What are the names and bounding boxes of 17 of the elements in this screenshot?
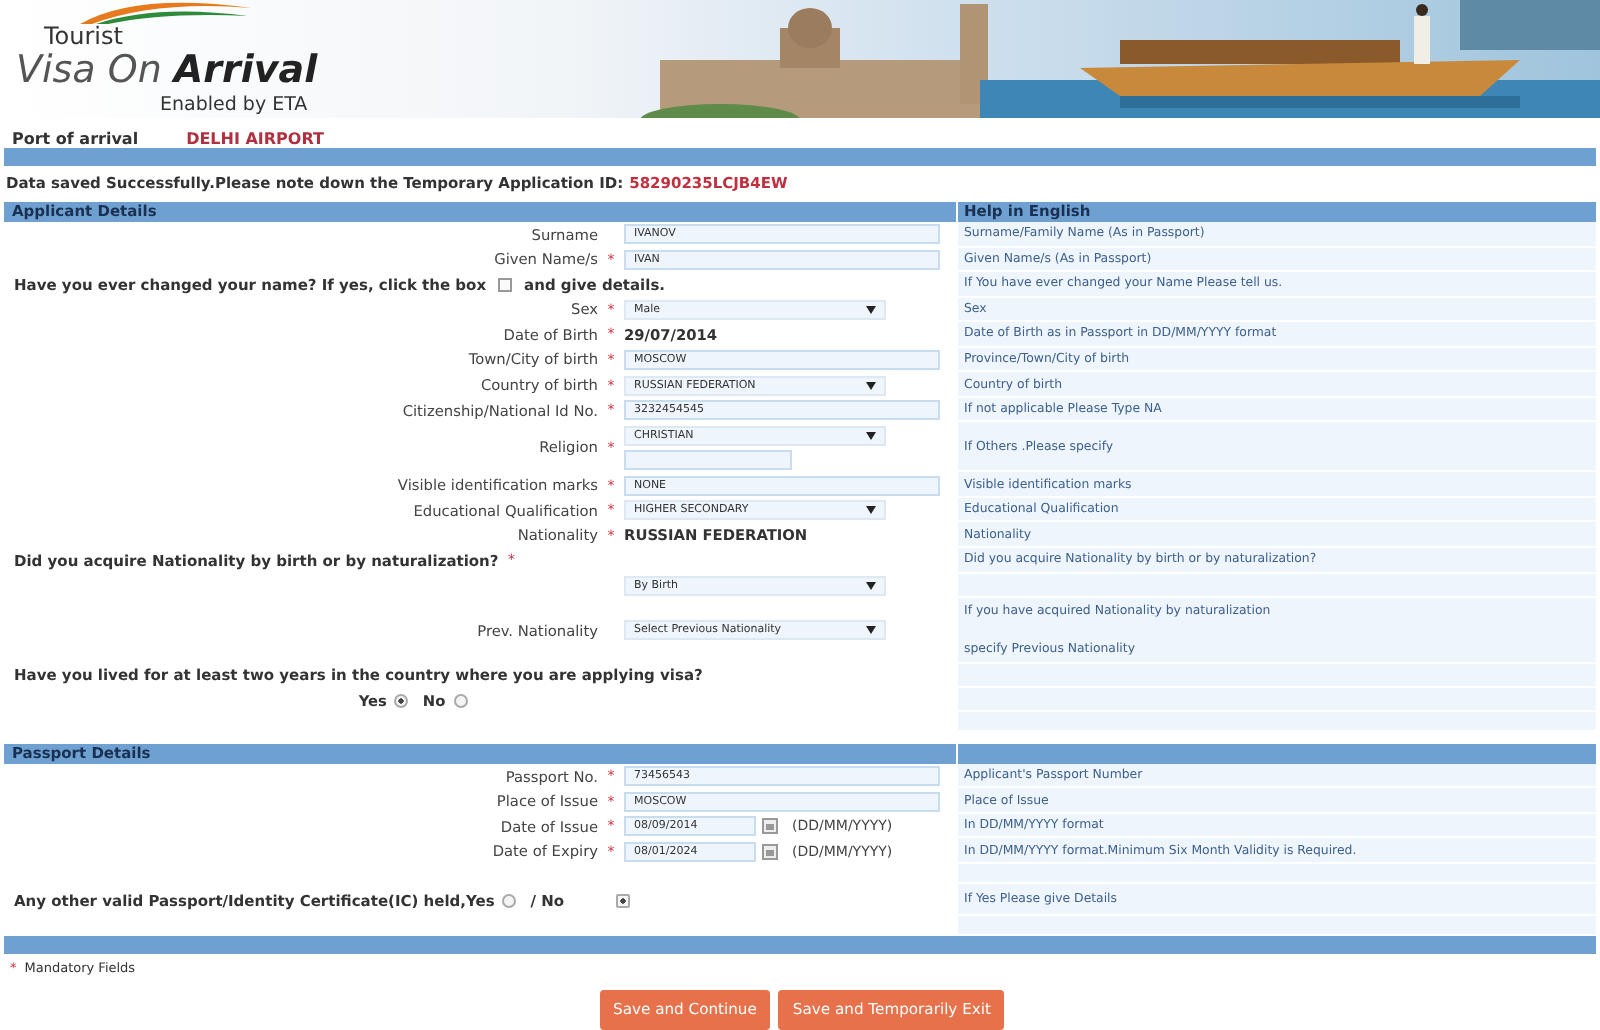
radio-button[interactable] — [616, 893, 631, 907]
caret-icon — [866, 305, 876, 314]
checkbox[interactable] — [498, 277, 513, 292]
radio-button[interactable] — [453, 693, 468, 708]
port-label: Port of arrival — [12, 130, 139, 149]
logo-subtitle: Tourist — [44, 24, 125, 50]
logo-tagline: Enabled by ETA — [160, 92, 310, 118]
logo-title: Visa On Arrival — [16, 50, 318, 92]
caret-icon — [866, 626, 876, 635]
caret-icon — [866, 506, 876, 515]
caret-icon — [866, 431, 876, 440]
radio-button[interactable] — [394, 693, 409, 708]
text-field[interactable] — [624, 449, 792, 470]
caret-icon — [866, 581, 876, 590]
port-value: DELHI AIRPORT — [186, 130, 324, 149]
caret-icon — [866, 381, 876, 390]
radio-button[interactable] — [502, 893, 517, 907]
